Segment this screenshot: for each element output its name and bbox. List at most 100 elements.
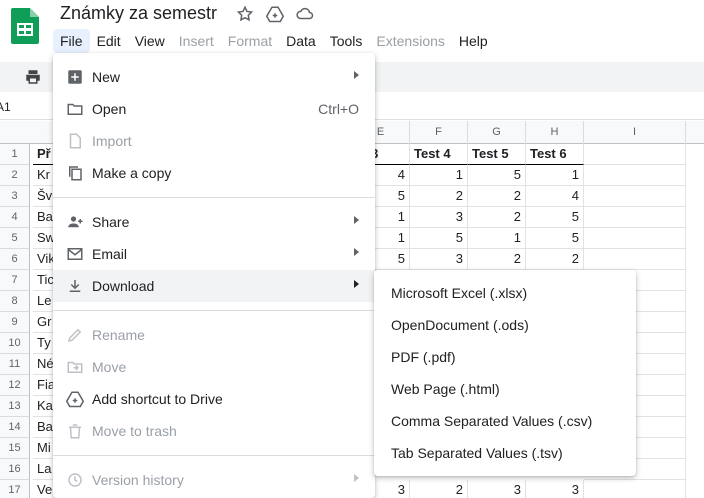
table-cell[interactable]: 2 [468,249,526,270]
download-option-tab-separated-values-tsv[interactable]: Tab Separated Values (.tsv) [374,437,636,469]
row-header-14[interactable]: 14 [0,417,30,438]
menu-data[interactable]: Data [279,29,323,53]
empty-cell[interactable] [584,480,686,498]
row-header-10[interactable]: 10 [0,333,30,354]
row-header-12[interactable]: 12 [0,375,30,396]
row-header-17[interactable]: 17 [0,480,30,498]
move-folder-icon [66,358,84,376]
file-menu-label: Import [92,133,132,149]
file-menu-item-make-a-copy[interactable]: Make a copy [53,157,375,189]
table-cell[interactable]: 5 [526,228,584,249]
file-menu-label: Move [92,359,127,375]
menu-help[interactable]: Help [452,29,495,53]
submenu-arrow-icon [354,280,359,288]
table-cell[interactable]: 3 [410,207,468,228]
table-cell[interactable]: 4 [526,186,584,207]
file-menu-item-add-shortcut-to-drive[interactable]: Add shortcut to Drive [53,383,375,415]
file-menu-label: Move to trash [92,423,177,439]
menu-insert[interactable]: Insert [172,29,221,53]
table-cell[interactable]: 1 [526,165,584,186]
menu-file[interactable]: File [53,29,90,53]
menu-view[interactable]: View [128,29,172,53]
star-icon[interactable] [236,5,254,23]
column-header-f[interactable]: F [410,121,468,144]
print-icon[interactable] [24,68,42,86]
file-menu-item-import[interactable]: Import [53,125,375,157]
empty-cell[interactable] [584,144,686,165]
download-option-web-page-html[interactable]: Web Page (.html) [374,373,636,405]
cell-header-6[interactable]: Test 6 [526,144,584,165]
row-header-9[interactable]: 9 [0,312,30,333]
table-cell[interactable]: 3 [526,480,584,498]
file-menu-label: Make a copy [92,165,172,181]
menu-bar: File Edit View Insert Format Data Tools Extensi… [53,29,495,53]
document-title[interactable]: Známky za semestr [60,3,217,24]
table-cell[interactable]: 3 [468,480,526,498]
empty-cell[interactable] [584,228,686,249]
file-menu-item-open[interactable]: Open Ctrl+O [53,93,375,125]
download-option-pdf-pdf[interactable]: PDF (.pdf) [374,341,636,373]
empty-cell[interactable] [584,165,686,186]
row-header-11[interactable]: 11 [0,354,30,375]
column-header-i[interactable]: I [584,121,686,144]
copy-icon [66,164,84,182]
cloud-status-icon[interactable] [296,5,314,23]
file-menu-label: Add shortcut to Drive [92,391,223,407]
empty-cell[interactable] [584,186,686,207]
empty-cell[interactable] [584,207,686,228]
file-menu-label: Download [92,278,155,294]
row-header-3[interactable]: 3 [0,186,30,207]
column-header-h[interactable]: H [526,121,584,144]
row-header-16[interactable]: 16 [0,459,30,480]
table-cell[interactable]: 1 [468,228,526,249]
table-cell[interactable]: 2 [410,480,468,498]
download-option-microsoft-excel-xlsx[interactable]: Microsoft Excel (.xlsx) [374,277,636,309]
row-header-4[interactable]: 4 [0,207,30,228]
menu-separator [53,455,375,456]
file-menu-item-share[interactable]: Share [53,206,375,238]
cell-header-4[interactable]: Test 4 [410,144,468,165]
menu-format[interactable]: Format [221,29,279,53]
download-option-comma-separated-values-csv[interactable]: Comma Separated Values (.csv) [374,405,636,437]
person-add-icon [66,213,84,231]
menu-separator [53,197,375,198]
row-header-5[interactable]: 5 [0,228,30,249]
file-menu-item-email[interactable]: Email [53,238,375,270]
row-header-2[interactable]: 2 [0,165,30,186]
table-cell[interactable]: 5 [468,165,526,186]
cell-header-5[interactable]: Test 5 [468,144,526,165]
name-box[interactable]: A1 [0,100,11,114]
table-cell[interactable]: 5 [410,228,468,249]
empty-cell[interactable] [584,249,686,270]
table-cell[interactable]: 2 [468,207,526,228]
row-header-8[interactable]: 8 [0,291,30,312]
file-menu-item-new[interactable]: New [53,61,375,93]
table-cell[interactable]: 2 [410,186,468,207]
menu-extensions[interactable]: Extensions [369,29,451,53]
file-menu-item-rename[interactable]: Rename [53,319,375,351]
file-menu-item-download[interactable]: Download [53,270,375,302]
table-cell[interactable]: 5 [526,207,584,228]
table-cell[interactable]: 1 [410,165,468,186]
history-icon [66,471,84,489]
column-header-g[interactable]: G [468,121,526,144]
file-menu-label: Rename [92,327,145,343]
file-menu-label: Version history [92,472,184,488]
file-menu-item-move[interactable]: Move [53,351,375,383]
file-menu-item-move-to-trash[interactable]: Move to trash [53,415,375,447]
move-to-drive-icon[interactable] [265,5,285,23]
table-cell[interactable]: 2 [526,249,584,270]
row-header-13[interactable]: 13 [0,396,30,417]
menu-tools[interactable]: Tools [323,29,370,53]
row-header-7[interactable]: 7 [0,270,30,291]
sheets-logo-icon[interactable] [11,8,39,44]
row-header-15[interactable]: 15 [0,438,30,459]
download-icon [66,277,84,295]
table-cell[interactable]: 2 [468,186,526,207]
row-header-6[interactable]: 6 [0,249,30,270]
menu-edit[interactable]: Edit [90,29,128,53]
file-menu-item-version-history[interactable]: Version history [53,464,375,496]
table-cell[interactable]: 3 [410,249,468,270]
row-header-1[interactable]: 1 [0,144,30,165]
download-option-opendocument-ods[interactable]: OpenDocument (.ods) [374,309,636,341]
